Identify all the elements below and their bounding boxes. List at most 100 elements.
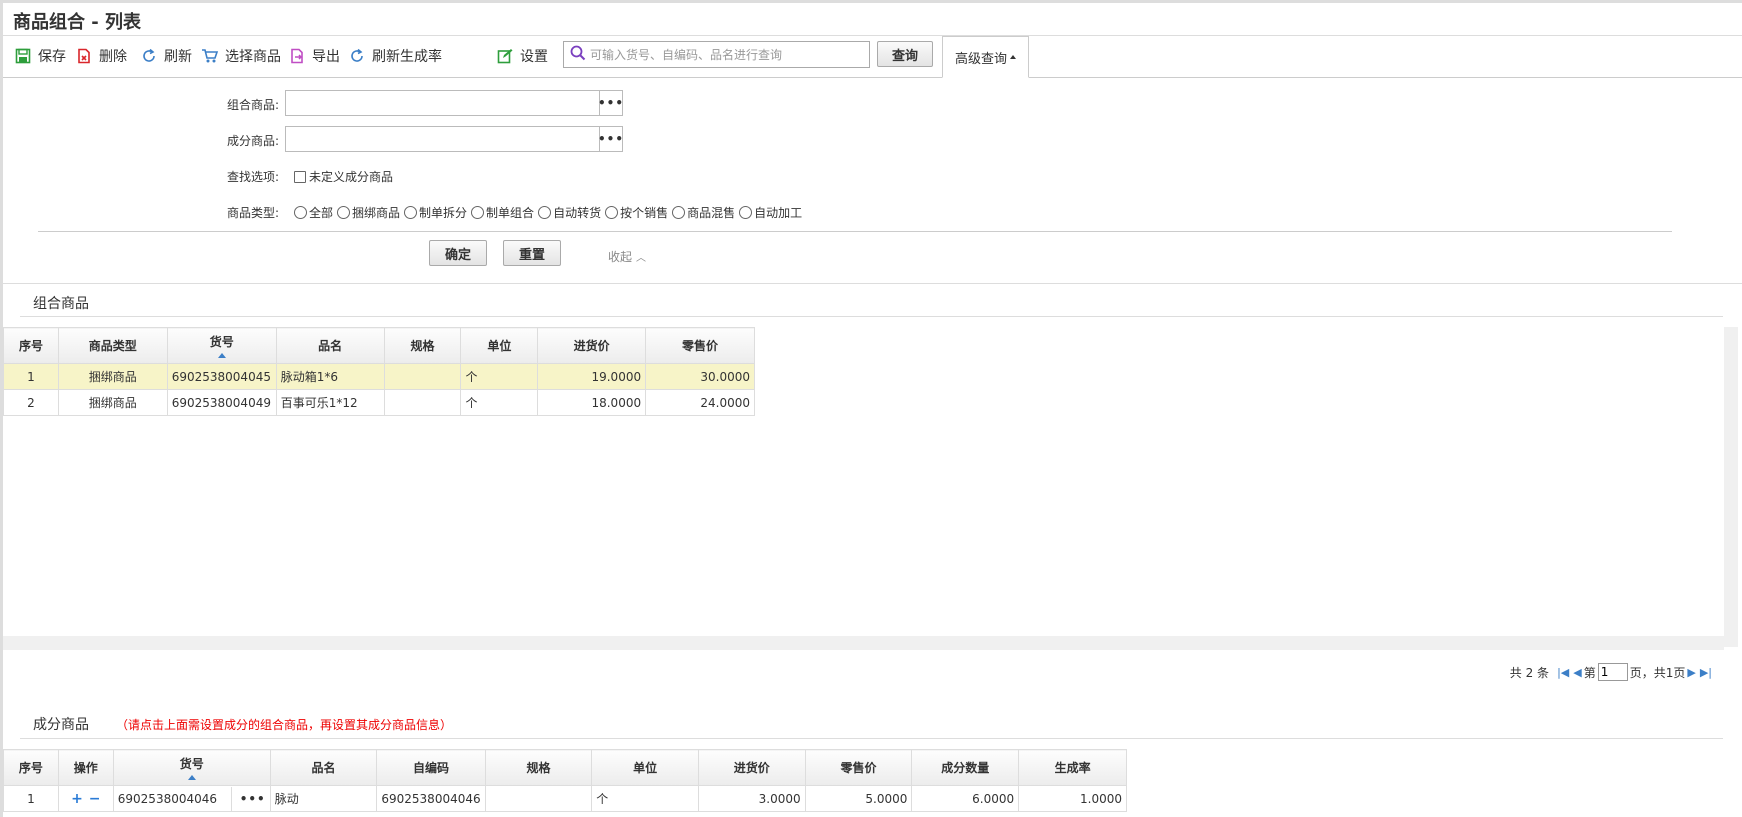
cell — [484, 785, 593, 812]
vertical-scrollbar[interactable] — [1724, 327, 1738, 647]
delete-button[interactable]: 删除 — [75, 45, 127, 67]
combo-section-title: 组合商品 — [33, 296, 89, 312]
refresh-rate-button[interactable]: 刷新生成率 — [348, 45, 442, 67]
confirm-label: 确定 — [444, 247, 471, 263]
component-section-hint: （请点击上面需设置成分的组合商品，再设置其成分商品信息） — [116, 718, 453, 732]
col-header[interactable]: 进货价 — [537, 327, 647, 364]
col-header[interactable]: 规格 — [383, 327, 462, 364]
col-header-sorted[interactable]: 货号 — [112, 749, 271, 786]
checkbox-box — [294, 170, 306, 183]
remove-row-icon[interactable]: − — [89, 791, 101, 807]
cell: 个 — [460, 389, 539, 416]
page-title: 商品组合 - 列表 — [13, 12, 142, 33]
cell: 脉动箱1*6 — [275, 363, 385, 390]
col-header[interactable]: 零售价 — [804, 749, 913, 786]
cell: 3.0000 — [697, 785, 806, 812]
col-header[interactable]: 品名 — [269, 749, 378, 786]
table-header-row: 序号 商品类型 货号 品名 规格 单位 进货价 零售价 — [3, 327, 755, 364]
save-button[interactable]: 保存 — [14, 45, 66, 67]
table-row[interactable]: 2 捆绑商品 6902538004049 百事可乐1*12 个 18.0000 … — [3, 389, 755, 416]
col-header[interactable]: 单位 — [591, 749, 699, 786]
radio-sell-by-unit[interactable]: 按个销售 — [605, 204, 668, 221]
cell: 5.0000 — [804, 785, 913, 812]
cell: 个 — [460, 363, 539, 390]
radio-mixed-sale[interactable]: 商品混售 — [672, 204, 735, 221]
table-row[interactable]: 1 捆绑商品 6902538004045 脉动箱1*6 个 19.0000 30… — [3, 363, 755, 390]
col-header[interactable]: 规格 — [484, 749, 593, 786]
toolbar: 保存 删除 刷新 选择商品 导出 刷新生成率 设置 可输入货号、自编码、品名进行… — [3, 36, 1742, 78]
horizontal-scrollbar[interactable] — [3, 636, 1724, 650]
select-goods-button[interactable]: 选择商品 — [201, 45, 281, 67]
confirm-button[interactable]: 确定 — [429, 240, 487, 266]
radio-bundle[interactable]: 捆绑商品 — [337, 204, 400, 221]
row-actions: + − — [57, 785, 114, 812]
col-header[interactable]: 品名 — [275, 327, 385, 364]
cell[interactable]: 6.0000 — [911, 785, 1020, 812]
cell: 6902538004045 — [166, 363, 277, 390]
component-goods-label: 成分商品: — [226, 134, 279, 148]
radio-manual-combine[interactable]: 制单组合 — [471, 204, 534, 221]
component-goods-table: 序号 操作 货号 品名 自编码 规格 单位 进货价 零售价 成分数量 生成率 1… — [3, 749, 1127, 812]
cell: 18.0000 — [537, 389, 647, 416]
goods-type-label: 商品类型: — [226, 206, 279, 220]
table-row[interactable]: 1 + − 6902538004046 ••• 脉动 6902538004046 … — [3, 785, 1127, 812]
item-code-picker-button[interactable]: ••• — [230, 786, 266, 811]
radio-circle — [404, 206, 418, 219]
col-header[interactable]: 零售价 — [645, 327, 755, 364]
add-row-icon[interactable]: + — [71, 791, 83, 807]
refresh-rate-label: 刷新生成率 — [372, 49, 442, 65]
settings-button[interactable]: 设置 — [496, 45, 548, 67]
reset-button[interactable]: 重置 — [503, 240, 561, 266]
col-header[interactable]: 进货价 — [697, 749, 806, 786]
prev-page-icon[interactable]: ◀ — [1573, 666, 1581, 679]
next-page-icon[interactable]: ▶ — [1687, 666, 1695, 679]
radio-auto-transfer[interactable]: 自动转货 — [538, 204, 601, 221]
refresh-icon — [348, 47, 366, 65]
radio-circle — [337, 206, 351, 219]
cell: 1 — [3, 363, 59, 390]
component-section-line — [20, 738, 1723, 739]
pager-suffix: 页，共1页 — [1629, 665, 1686, 680]
title-bar: 商品组合 - 列表 — [3, 3, 1742, 36]
col-header[interactable]: 商品类型 — [57, 327, 168, 364]
col-header[interactable]: 序号 — [3, 327, 59, 364]
col-header[interactable]: 单位 — [460, 327, 539, 364]
radio-all[interactable]: 全部 — [294, 204, 333, 221]
combo-goods-picker-button[interactable]: ••• — [598, 90, 623, 116]
component-goods-input[interactable] — [285, 126, 601, 152]
search-input[interactable] — [590, 47, 860, 62]
radio-circle — [739, 206, 753, 219]
first-page-icon[interactable]: |◀ — [1557, 666, 1569, 679]
undefined-component-checkbox[interactable]: 未定义成分商品 — [294, 168, 393, 185]
col-header[interactable]: 操作 — [57, 749, 114, 786]
col-header-sorted[interactable]: 货号 — [166, 327, 277, 364]
item-code-value: 6902538004046 — [117, 791, 218, 806]
radio-label: 自动加工 — [754, 206, 803, 220]
radio-circle — [471, 206, 485, 219]
collapse-link[interactable]: 收起 ︿ — [608, 248, 646, 265]
col-header[interactable]: 成分数量 — [911, 749, 1020, 786]
sort-asc-icon — [187, 775, 196, 780]
radio-manual-split[interactable]: 制单拆分 — [404, 204, 467, 221]
component-goods-picker-button[interactable]: ••• — [598, 126, 623, 152]
search-options-label: 查找选项: — [226, 170, 279, 184]
col-header[interactable]: 序号 — [3, 749, 59, 786]
radio-auto-process[interactable]: 自动加工 — [739, 204, 802, 221]
advanced-query-label: 高级查询 — [954, 51, 1007, 67]
cell: 19.0000 — [537, 363, 647, 390]
export-button[interactable]: 导出 — [288, 45, 340, 67]
col-header[interactable]: 生成率 — [1018, 749, 1127, 786]
refresh-button[interactable]: 刷新 — [140, 45, 192, 67]
page-number-input[interactable] — [1597, 663, 1628, 681]
pager-prefix: 第 — [1583, 665, 1596, 680]
combo-goods-label: 组合商品: — [226, 98, 279, 112]
col-header[interactable]: 自编码 — [376, 749, 486, 786]
combo-goods-input[interactable] — [285, 90, 601, 116]
query-button[interactable]: 查询 — [877, 41, 933, 67]
reset-label: 重置 — [518, 247, 545, 263]
last-page-icon[interactable]: ▶| — [1700, 666, 1712, 679]
cell: 24.0000 — [645, 389, 755, 416]
item-code-cell[interactable]: 6902538004046 ••• — [112, 785, 271, 812]
cell — [383, 363, 462, 390]
advanced-query-tab[interactable]: 高级查询 — [942, 36, 1029, 78]
